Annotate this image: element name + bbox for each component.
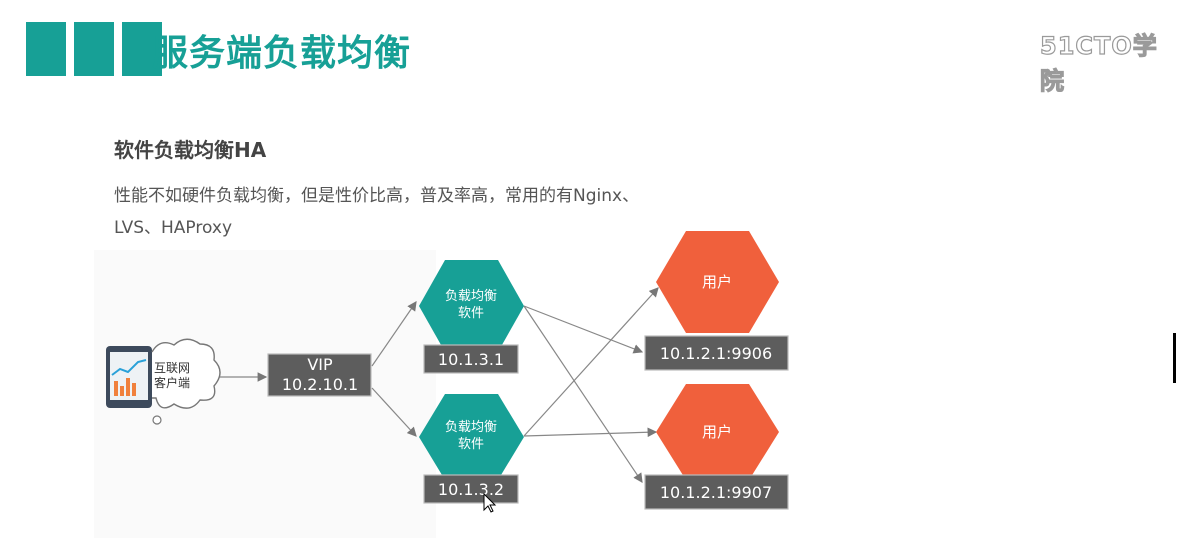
edge-indicator [1173, 333, 1176, 383]
vip-label: VIP [307, 355, 333, 374]
lb2-label-line-2: 软件 [458, 437, 484, 452]
arrow-lb2-to-user2 [523, 427, 658, 438]
lb1-ip: 10.1.3.1 [438, 350, 504, 369]
arrow-vip-to-lb2 [371, 387, 417, 437]
client-label-line-1: 互联网 [154, 361, 190, 375]
lb2-ip: 10.1.3.2 [438, 480, 504, 499]
user-node-2: 用户 10.1.2.1:9907 [644, 384, 789, 510]
client-label-line-2: 客户端 [154, 375, 190, 390]
arrow-lb1-to-user2 [523, 305, 643, 483]
arrow-lb1-to-user1 [523, 305, 644, 354]
network-diagram: 互联网 客户端 VIP 10.2.10.1 负载均衡 软件 10.1.3.1 负… [106, 231, 789, 513]
user1-ip: 10.1.2.1:9906 [660, 344, 772, 363]
user-node-1: 用户 10.1.2.1:9906 [644, 231, 789, 371]
vip-node: VIP 10.2.10.1 [267, 353, 372, 397]
vip-ip: 10.2.10.1 [282, 375, 358, 394]
user2-ip: 10.1.2.1:9907 [660, 483, 772, 502]
lb1-label-line-1: 负载均衡 [445, 289, 497, 304]
user1-label: 用户 [702, 273, 732, 291]
arrow-vip-to-lb1 [371, 301, 417, 367]
client-node: 互联网 客户端 [106, 338, 221, 425]
arrow-lb2-to-user1 [523, 287, 659, 437]
lb-node-1: 负载均衡 软件 10.1.3.1 [419, 260, 524, 374]
lb2-label-line-1: 负载均衡 [445, 420, 497, 435]
user2-label: 用户 [702, 423, 732, 441]
lb1-label-line-2: 软件 [458, 306, 484, 321]
lb-node-2: 负载均衡 软件 10.1.3.2 [419, 394, 524, 504]
